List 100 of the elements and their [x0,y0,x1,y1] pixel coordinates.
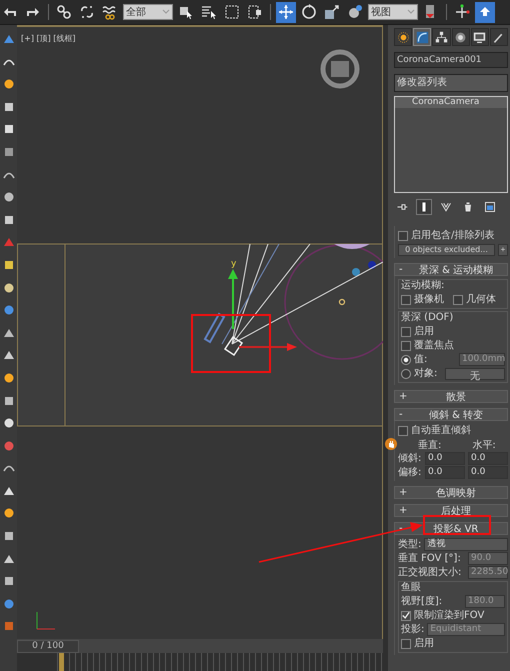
checkbox-label: 启用 [414,637,434,650]
configure-icon [484,201,496,213]
rollout-header[interactable]: - 景深 & 运动模糊 [394,263,508,276]
value-spinner[interactable]: 0.0 [468,452,508,465]
checkbox[interactable] [401,638,411,648]
checkbox[interactable] [401,340,411,350]
cube-icon[interactable] [2,100,14,113]
light-blob [334,244,370,249]
cursor-highlight-icon [385,438,397,450]
dropdown[interactable]: 透视 [424,538,508,551]
toolbar-dropdown[interactable]: 视图 [368,4,418,20]
stack-tool-button[interactable] [416,199,432,215]
toolbar-button[interactable] [276,2,296,22]
time-slider-thumb[interactable]: 0 / 100 [17,640,79,653]
move-icon [278,4,294,20]
exclude-list-button[interactable]: 0 objects excluded... [398,244,495,256]
sun-icon [396,30,410,44]
window-crossing-icon [247,4,263,20]
field-label: 投影: [401,623,424,636]
sphere-icon[interactable] [2,598,14,610]
add-button[interactable]: + [498,244,508,256]
sphere-icon[interactable] [2,417,14,430]
rollout-header[interactable]: + 散景 [394,390,508,403]
rollout-header[interactable]: + 色调映射 [394,486,508,499]
cube-icon[interactable] [2,394,14,406]
field-label: 偏移: [398,466,422,479]
stack-item[interactable]: CoronaCamera [395,97,507,108]
panel-tab[interactable] [413,28,432,46]
field-label: 倾斜: [398,452,422,465]
checkbox-label: 覆盖焦点 [414,339,454,352]
sphere-icon[interactable] [2,191,14,204]
target-dot [368,261,376,269]
group-title: 鱼眼 [401,582,422,594]
panel-tab[interactable] [470,28,489,46]
panel-tab[interactable] [490,28,508,46]
sphere-icon[interactable] [2,282,14,294]
checkbox[interactable] [453,294,463,304]
stack-tool-button[interactable] [482,199,498,215]
panel-tab[interactable] [432,28,451,46]
axis-label: y [231,259,236,269]
group-title: 景深 (DOF) [401,312,454,324]
checkbox-label: 自动垂直倾斜 [411,424,471,437]
panel-tab[interactable] [394,28,412,46]
monitor-icon [473,30,486,44]
viewport-label[interactable]: [+] [顶] [线框] [21,33,76,44]
checkbox[interactable] [398,230,408,240]
sphere-icon [347,4,363,20]
checkbox[interactable] [401,294,411,304]
link-icon [56,4,72,20]
viewport[interactable]: y [+] [顶] [线框] [17,27,383,639]
rollout-header[interactable]: - 倾斜 & 转变 [394,408,508,421]
modifier-list-dropdown[interactable]: 修改器列表 [394,74,508,92]
cone-icon[interactable] [2,552,14,565]
cube-icon[interactable] [2,258,14,271]
field-label: 垂直 FOV [°]: [398,552,462,565]
unlink-icon [79,4,95,20]
time-slider[interactable]: 0 / 100 [17,639,383,653]
axis-gizmo-icon [454,4,470,20]
select-list-icon [201,4,217,20]
column-label: 垂直: [418,438,442,452]
cube-icon[interactable] [2,146,14,158]
target-dot [352,268,360,276]
cube-icon[interactable] [2,620,14,632]
checkbox[interactable] [398,426,408,436]
object-pick-button[interactable]: 无 [445,368,505,380]
object-name-field[interactable]: CoronaCamera001 [394,52,508,68]
group-title: 运动模糊: [401,280,446,292]
wave-icon [102,4,118,20]
select-icon [178,4,194,20]
column-label: 水平: [472,438,496,452]
scale-icon [324,4,340,20]
checkbox-label: 限制渲染到FOV [414,609,484,622]
checkbox-label: 几何体 [466,293,496,306]
rollout-header[interactable]: + 后处理 [394,504,508,517]
radio-button[interactable] [401,368,411,378]
value-spinner[interactable]: 0.0 [468,466,508,479]
viewcube-icon[interactable] [320,50,360,88]
cube-icon[interactable] [2,214,14,226]
checkbox[interactable] [401,610,411,620]
cube-icon[interactable] [2,575,14,588]
toolbar-dropdown[interactable]: 全部 [123,4,173,20]
cone-icon[interactable] [2,349,14,362]
value-spinner[interactable]: 0.0 [425,452,465,465]
sphere-icon[interactable] [2,304,14,316]
radio-label: 对象: [414,367,438,380]
annotation-box [423,515,491,535]
target-dot [338,298,346,306]
panel-tab[interactable] [452,28,470,46]
sphere-icon[interactable] [2,507,14,520]
world-axis-icon [36,612,56,630]
toolbar-button[interactable] [475,2,495,22]
value-spinner[interactable]: 0.0 [425,466,465,479]
field-label: 视野[度]: [401,595,444,608]
timeline-track[interactable] [57,653,383,671]
radio-label: 值: [414,353,428,366]
checkbox-label: 摄像机 [414,293,444,306]
move-gizmo[interactable] [228,269,297,351]
field-label: 类型: [398,538,422,551]
checkbox[interactable] [401,326,411,336]
field-label: 正交视图大小: [398,566,462,579]
